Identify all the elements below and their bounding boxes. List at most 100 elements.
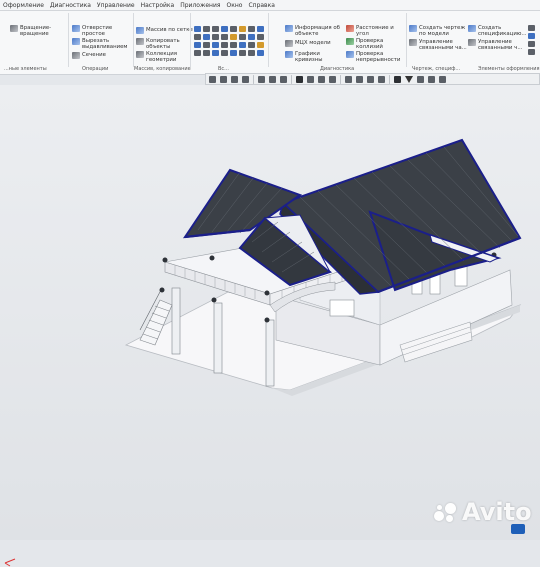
- tool-icon[interactable]: [203, 42, 210, 48]
- tool-icon[interactable]: [203, 26, 210, 32]
- tool-icon[interactable]: [221, 26, 228, 32]
- section-view-icon[interactable]: [329, 75, 336, 83]
- copy-objects-label: Копировать объекты: [146, 38, 180, 50]
- tool-icon[interactable]: [528, 33, 535, 39]
- tool-icon[interactable]: [221, 42, 228, 48]
- tool-icon[interactable]: [194, 50, 201, 56]
- tool-icon[interactable]: [221, 50, 228, 56]
- perspective-icon[interactable]: [345, 75, 352, 83]
- grid-array-button[interactable]: Массив по сетке: [136, 27, 193, 34]
- menu-item-spravka[interactable]: Справка: [248, 2, 274, 9]
- filter-icon[interactable]: [405, 75, 413, 83]
- tool-icon[interactable]: [194, 34, 201, 40]
- group-label: ...ные элементы: [4, 66, 47, 72]
- revolve-button[interactable]: Вращение- вращение: [10, 25, 51, 37]
- toolbar-separator: [291, 74, 292, 84]
- zoom-icon[interactable]: [231, 75, 238, 83]
- tray-icon[interactable]: [511, 524, 525, 534]
- orientation-icon[interactable]: [280, 75, 287, 83]
- tool-icon[interactable]: [248, 42, 255, 48]
- tool-icon[interactable]: [248, 26, 255, 32]
- tool-icon[interactable]: [230, 26, 237, 32]
- tool-icon[interactable]: [212, 26, 219, 32]
- tool-icon[interactable]: [528, 49, 535, 55]
- layers-icon[interactable]: [356, 75, 363, 83]
- eye-icon[interactable]: [318, 75, 325, 83]
- tool-icon[interactable]: [230, 50, 237, 56]
- curvature-graph-label: Графики кривизны: [295, 51, 323, 63]
- group-label: Массив, копирование: [134, 66, 191, 72]
- avito-logo-icon: [432, 501, 458, 523]
- create-drawing-button[interactable]: Создать чертеж по модели: [409, 25, 465, 37]
- view-icon[interactable]: [209, 75, 216, 83]
- tool-icon[interactable]: [221, 34, 228, 40]
- menu-item-upravlenie[interactable]: Управление: [97, 2, 135, 9]
- section-button[interactable]: Сечение: [72, 52, 106, 59]
- tool-icon[interactable]: [230, 34, 237, 40]
- select-filter-icon[interactable]: [417, 75, 424, 83]
- curvature-graph-button[interactable]: Графики кривизны: [285, 51, 323, 63]
- zoom-box-icon[interactable]: [242, 75, 249, 83]
- geometry-collection-button[interactable]: Коллекция геометрии: [136, 51, 177, 63]
- tool-icon[interactable]: [194, 26, 201, 32]
- linked-parts-button[interactable]: Управление связанными ча...: [409, 39, 467, 51]
- window: [329, 299, 355, 317]
- mass-properties-label: МЦХ модели: [295, 40, 331, 46]
- menu-item-diagnostika[interactable]: Диагностика: [50, 2, 91, 9]
- display-mode-icon[interactable]: [378, 75, 385, 83]
- tool-icon[interactable]: [239, 42, 246, 48]
- cursor-icon[interactable]: [394, 75, 401, 83]
- grid-icon[interactable]: [439, 75, 446, 83]
- cut-extrude-label: Вырезать выдавливанием: [82, 38, 128, 50]
- tool-icon[interactable]: [257, 42, 264, 48]
- menu-item-prilozheniya[interactable]: Приложения: [180, 2, 220, 9]
- measure-icon[interactable]: [367, 75, 374, 83]
- hole-button[interactable]: Отверстие простое: [72, 25, 112, 37]
- tool-icon[interactable]: [212, 42, 219, 48]
- tool-icon[interactable]: [248, 34, 255, 40]
- settings-icon[interactable]: [428, 75, 435, 83]
- tool-icon[interactable]: [257, 50, 264, 56]
- ribbon-toolbar: Вращение- вращение Отверстие простое Выр…: [0, 11, 540, 75]
- tool-icon[interactable]: [194, 42, 201, 48]
- revolve-icon: [10, 25, 18, 32]
- tool-icon[interactable]: [239, 34, 246, 40]
- mass-properties-button[interactable]: МЦХ модели: [285, 40, 331, 47]
- tool-icon[interactable]: [212, 50, 219, 56]
- create-spec-button[interactable]: Создать спецификацию...: [468, 25, 527, 37]
- continuity-check-label: Проверка непрерывности: [356, 51, 401, 63]
- group-label: Вс...: [218, 66, 229, 72]
- toolbar-separator: [253, 74, 254, 84]
- shaded-display-icon[interactable]: [296, 75, 303, 83]
- tool-icon[interactable]: [528, 25, 535, 31]
- collision-check-button[interactable]: Проверка коллизий: [346, 38, 383, 50]
- rotate-icon[interactable]: [269, 75, 276, 83]
- geometry-collection-label: Коллекция геометрии: [146, 51, 178, 63]
- house-model[interactable]: [0, 85, 540, 540]
- toolbar-separator: [389, 74, 390, 84]
- linked-parts-2-button[interactable]: Управление связанными ч...: [468, 39, 522, 51]
- tool-icon[interactable]: [203, 34, 210, 40]
- tool-icon[interactable]: [257, 34, 264, 40]
- cut-extrude-button[interactable]: Вырезать выдавливанием: [72, 38, 127, 50]
- tool-icon[interactable]: [239, 26, 246, 32]
- revolve-label: Вращение- вращение: [20, 25, 52, 37]
- pan-icon[interactable]: [258, 75, 265, 83]
- tool-icon[interactable]: [212, 34, 219, 40]
- model-viewport[interactable]: [0, 85, 540, 567]
- tool-icon[interactable]: [528, 41, 535, 47]
- tool-icon[interactable]: [239, 50, 246, 56]
- menu-item-nastroika[interactable]: Настройка: [141, 2, 175, 9]
- copy-objects-button[interactable]: Копировать объекты: [136, 38, 180, 50]
- menu-item-okno[interactable]: Окно: [227, 2, 243, 9]
- continuity-check-button[interactable]: Проверка непрерывности: [346, 51, 400, 63]
- object-info-button[interactable]: Информация об объекте: [285, 25, 340, 37]
- distance-angle-button[interactable]: Расстояние и угол: [346, 25, 394, 37]
- menu-item-oformlenie[interactable]: Оформление: [3, 2, 44, 9]
- tool-icon[interactable]: [248, 50, 255, 56]
- tool-icon[interactable]: [230, 42, 237, 48]
- view-icon[interactable]: [220, 75, 227, 83]
- tool-icon[interactable]: [257, 26, 264, 32]
- tool-icon[interactable]: [203, 50, 210, 56]
- wireframe-icon[interactable]: [307, 75, 314, 83]
